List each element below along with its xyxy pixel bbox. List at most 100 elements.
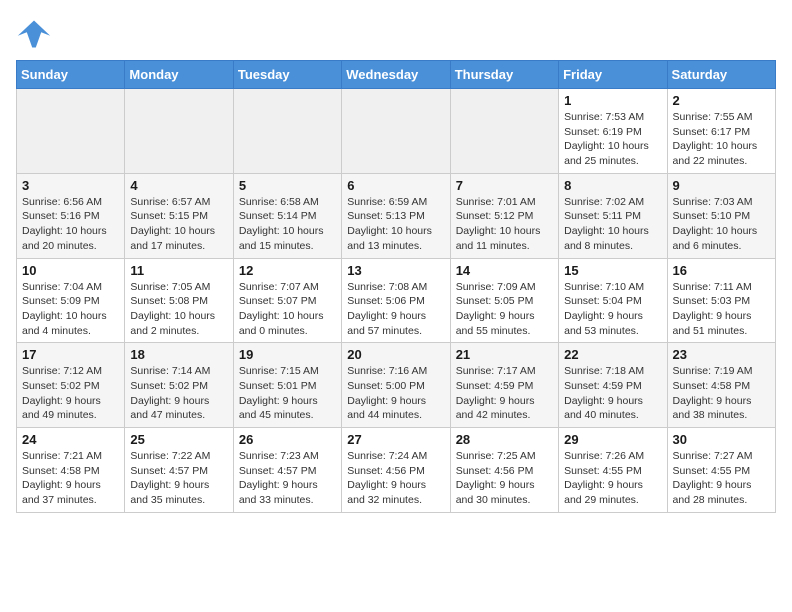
day-number: 17: [22, 347, 119, 362]
header-row: SundayMondayTuesdayWednesdayThursdayFrid…: [17, 61, 776, 89]
day-info: Sunrise: 7:15 AMSunset: 5:01 PMDaylight:…: [239, 364, 336, 423]
day-info: Sunrise: 7:23 AMSunset: 4:57 PMDaylight:…: [239, 449, 336, 508]
day-info: Sunrise: 7:08 AMSunset: 5:06 PMDaylight:…: [347, 280, 444, 339]
day-cell: [233, 89, 341, 174]
day-cell: 23 Sunrise: 7:19 AMSunset: 4:58 PMDayligh…: [667, 343, 775, 428]
day-cell: 8Sunrise: 7:02 AMSunset: 5:11 PMDaylight…: [559, 173, 667, 258]
day-number: 3: [22, 178, 119, 193]
day-info: Sunrise: 7:09 AMSunset: 5:05 PMDaylight:…: [456, 280, 553, 339]
header-cell-sunday: Sunday: [17, 61, 125, 89]
day-number: 14: [456, 263, 553, 278]
day-cell: 22 Sunrise: 7:18 AMSunset: 4:59 PMDayligh…: [559, 343, 667, 428]
day-info: Sunrise: 7:04 AMSunset: 5:09 PMDaylight:…: [22, 280, 119, 339]
day-number: 15: [564, 263, 661, 278]
day-number: 9: [673, 178, 770, 193]
day-info: Sunrise: 7:24 AMSunset: 4:56 PMDaylight:…: [347, 449, 444, 508]
day-number: 28: [456, 432, 553, 447]
day-cell: 29Sunrise: 7:26 AMSunset: 4:55 PMDayligh…: [559, 428, 667, 513]
day-cell: 11 Sunrise: 7:05 AMSunset: 5:08 PMDayligh…: [125, 258, 233, 343]
day-number: 25: [130, 432, 227, 447]
day-cell: 28 Sunrise: 7:25 AMSunset: 4:56 PMDayligh…: [450, 428, 558, 513]
day-info: Sunrise: 7:21 AMSunset: 4:58 PMDaylight:…: [22, 449, 119, 508]
header-cell-saturday: Saturday: [667, 61, 775, 89]
header-cell-wednesday: Wednesday: [342, 61, 450, 89]
day-number: 23: [673, 347, 770, 362]
week-row-1: 1Sunrise: 7:53 AMSunset: 6:19 PMDaylight…: [17, 89, 776, 174]
week-row-3: 10 Sunrise: 7:04 AMSunset: 5:09 PMDayligh…: [17, 258, 776, 343]
day-number: 27: [347, 432, 444, 447]
day-number: 19: [239, 347, 336, 362]
day-cell: 2 Sunrise: 7:55 AMSunset: 6:17 PMDaylight…: [667, 89, 775, 174]
day-number: 10: [22, 263, 119, 278]
day-cell: 20 Sunrise: 7:16 AMSunset: 5:00 PMDayligh…: [342, 343, 450, 428]
day-info: Sunrise: 7:25 AMSunset: 4:56 PMDaylight:…: [456, 449, 553, 508]
header-cell-friday: Friday: [559, 61, 667, 89]
day-cell: 25Sunrise: 7:22 AMSunset: 4:57 PMDayligh…: [125, 428, 233, 513]
day-cell: [125, 89, 233, 174]
day-info: Sunrise: 7:55 AMSunset: 6:17 PMDaylight:…: [673, 110, 770, 169]
day-cell: 27 Sunrise: 7:24 AMSunset: 4:56 PMDayligh…: [342, 428, 450, 513]
week-row-2: 3 Sunrise: 6:56 AMSunset: 5:16 PMDaylight…: [17, 173, 776, 258]
day-cell: 5 Sunrise: 6:58 AMSunset: 5:14 PMDaylight…: [233, 173, 341, 258]
day-cell: [450, 89, 558, 174]
day-number: 30: [673, 432, 770, 447]
day-cell: 4Sunrise: 6:57 AMSunset: 5:15 PMDaylight…: [125, 173, 233, 258]
day-cell: 17Sunrise: 7:12 AMSunset: 5:02 PMDayligh…: [17, 343, 125, 428]
day-info: Sunrise: 7:03 AMSunset: 5:10 PMDaylight:…: [673, 195, 770, 254]
header-cell-thursday: Thursday: [450, 61, 558, 89]
day-cell: 26 Sunrise: 7:23 AMSunset: 4:57 PMDayligh…: [233, 428, 341, 513]
day-info: Sunrise: 7:17 AMSunset: 4:59 PMDaylight:…: [456, 364, 553, 423]
day-cell: 3 Sunrise: 6:56 AMSunset: 5:16 PMDaylight…: [17, 173, 125, 258]
day-info: Sunrise: 7:18 AMSunset: 4:59 PMDaylight:…: [564, 364, 661, 423]
day-number: 7: [456, 178, 553, 193]
day-cell: 13 Sunrise: 7:08 AMSunset: 5:06 PMDayligh…: [342, 258, 450, 343]
day-number: 18: [130, 347, 227, 362]
day-cell: 9 Sunrise: 7:03 AMSunset: 5:10 PMDaylight…: [667, 173, 775, 258]
day-cell: 30 Sunrise: 7:27 AMSunset: 4:55 PMDayligh…: [667, 428, 775, 513]
day-number: 26: [239, 432, 336, 447]
day-number: 24: [22, 432, 119, 447]
day-number: 22: [564, 347, 661, 362]
day-number: 20: [347, 347, 444, 362]
calendar-body: 1Sunrise: 7:53 AMSunset: 6:19 PMDaylight…: [17, 89, 776, 513]
day-number: 13: [347, 263, 444, 278]
day-info: Sunrise: 7:14 AMSunset: 5:02 PMDaylight:…: [130, 364, 227, 423]
day-cell: 7 Sunrise: 7:01 AMSunset: 5:12 PMDaylight…: [450, 173, 558, 258]
day-info: Sunrise: 6:58 AMSunset: 5:14 PMDaylight:…: [239, 195, 336, 254]
header: [16, 16, 776, 52]
day-cell: [17, 89, 125, 174]
week-row-4: 17Sunrise: 7:12 AMSunset: 5:02 PMDayligh…: [17, 343, 776, 428]
day-number: 5: [239, 178, 336, 193]
header-cell-tuesday: Tuesday: [233, 61, 341, 89]
day-info: Sunrise: 6:56 AMSunset: 5:16 PMDaylight:…: [22, 195, 119, 254]
day-info: Sunrise: 7:07 AMSunset: 5:07 PMDaylight:…: [239, 280, 336, 339]
day-cell: 10 Sunrise: 7:04 AMSunset: 5:09 PMDayligh…: [17, 258, 125, 343]
day-number: 16: [673, 263, 770, 278]
day-info: Sunrise: 7:27 AMSunset: 4:55 PMDaylight:…: [673, 449, 770, 508]
week-row-5: 24 Sunrise: 7:21 AMSunset: 4:58 PMDayligh…: [17, 428, 776, 513]
day-number: 12: [239, 263, 336, 278]
day-info: Sunrise: 7:19 AMSunset: 4:58 PMDaylight:…: [673, 364, 770, 423]
day-info: Sunrise: 7:53 AMSunset: 6:19 PMDaylight:…: [564, 110, 661, 169]
day-info: Sunrise: 6:59 AMSunset: 5:13 PMDaylight:…: [347, 195, 444, 254]
day-info: Sunrise: 7:10 AMSunset: 5:04 PMDaylight:…: [564, 280, 661, 339]
header-cell-monday: Monday: [125, 61, 233, 89]
day-info: Sunrise: 7:16 AMSunset: 5:00 PMDaylight:…: [347, 364, 444, 423]
day-number: 11: [130, 263, 227, 278]
day-cell: 15 Sunrise: 7:10 AMSunset: 5:04 PMDayligh…: [559, 258, 667, 343]
day-cell: 1Sunrise: 7:53 AMSunset: 6:19 PMDaylight…: [559, 89, 667, 174]
day-cell: 14 Sunrise: 7:09 AMSunset: 5:05 PMDayligh…: [450, 258, 558, 343]
day-number: 8: [564, 178, 661, 193]
day-cell: 24 Sunrise: 7:21 AMSunset: 4:58 PMDayligh…: [17, 428, 125, 513]
day-number: 4: [130, 178, 227, 193]
day-cell: 16 Sunrise: 7:11 AMSunset: 5:03 PMDayligh…: [667, 258, 775, 343]
day-info: Sunrise: 7:01 AMSunset: 5:12 PMDaylight:…: [456, 195, 553, 254]
day-cell: 21Sunrise: 7:17 AMSunset: 4:59 PMDayligh…: [450, 343, 558, 428]
day-info: Sunrise: 7:11 AMSunset: 5:03 PMDaylight:…: [673, 280, 770, 339]
day-number: 6: [347, 178, 444, 193]
day-cell: 12 Sunrise: 7:07 AMSunset: 5:07 PMDayligh…: [233, 258, 341, 343]
day-info: Sunrise: 7:05 AMSunset: 5:08 PMDaylight:…: [130, 280, 227, 339]
day-number: 2: [673, 93, 770, 108]
logo: [16, 16, 56, 52]
calendar-header: SundayMondayTuesdayWednesdayThursdayFrid…: [17, 61, 776, 89]
